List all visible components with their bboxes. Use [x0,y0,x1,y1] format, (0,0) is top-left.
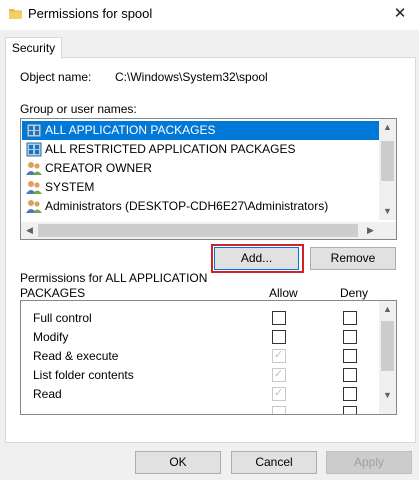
permission-row-modify: Modify [21,327,379,346]
list-item-label: ALL APPLICATION PACKAGES [45,123,216,137]
remove-button-label: Remove [330,251,376,265]
permission-row-partial [21,403,379,414]
list-item-administrators[interactable]: Administrators (DESKTOP-CDH6E27\Administ… [22,197,380,216]
deny-checkbox[interactable] [343,330,357,344]
permissions-list[interactable]: Full control Modify Read & execute ✓ Lis… [20,300,397,415]
cancel-button-label: Cancel [255,455,293,469]
permission-label: Modify [33,330,69,344]
apply-button[interactable]: Apply [326,451,412,474]
permissions-label-line1: Permissions for ALL APPLICATION [20,271,208,285]
permission-row-list-folder-contents: List folder contents ✓ [21,365,379,384]
deny-checkbox[interactable] [343,311,357,325]
folder-icon [9,9,22,19]
add-button[interactable]: Add... [214,247,299,270]
permission-label: Read & execute [33,349,119,363]
window-title: Permissions for spool [28,6,153,21]
permissions-label-line2: PACKAGES [20,286,86,300]
add-button-label: Add... [240,251,273,265]
scroll-down-icon[interactable]: ▼ [379,387,396,404]
scroll-right-icon[interactable]: ▶ [362,222,379,239]
users-icon [26,200,42,213]
object-name-label: Object name: [20,70,92,84]
cancel-button[interactable]: Cancel [231,451,317,474]
deny-checkbox[interactable] [343,387,357,401]
object-name-value: C:\Windows\System32\spool [115,70,268,84]
package-icon [26,123,42,138]
list-item-all-restricted-application-packages[interactable]: ALL RESTRICTED APPLICATION PACKAGES [22,140,380,159]
list-item-label: SYSTEM [45,180,95,194]
remove-button[interactable]: Remove [310,247,396,270]
permissions-scrollbar[interactable]: ▲ ▼ [379,301,396,414]
package-icon [26,142,42,157]
allow-column-header: Allow [269,286,298,300]
permission-label: List folder contents [33,368,134,382]
list-item-all-application-packages[interactable]: ALL APPLICATION PACKAGES [22,121,380,140]
check-icon: ✓ [274,368,284,380]
scroll-up-icon[interactable]: ▲ [379,301,396,318]
deny-checkbox[interactable] [343,368,357,382]
scroll-thumb[interactable] [38,224,358,237]
ok-button[interactable]: OK [135,451,221,474]
list-item-label: Administrators (DESKTOP-CDH6E27\Administ… [45,199,329,213]
deny-column-header: Deny [340,286,369,300]
scroll-up-icon[interactable]: ▲ [379,119,396,136]
group-names-label: Group or user names: [20,102,137,116]
permission-row-full-control: Full control [21,308,379,327]
users-icon [26,162,42,175]
close-icon[interactable]: ✕ [389,3,411,25]
allow-checkbox[interactable]: ✓ [272,368,286,382]
scroll-thumb[interactable] [381,141,394,181]
allow-checkbox[interactable]: ✓ [272,349,286,363]
scroll-down-icon[interactable]: ▼ [379,203,396,220]
scroll-thumb[interactable] [381,321,394,371]
allow-checkbox[interactable] [272,330,286,344]
list-item-system[interactable]: SYSTEM [22,178,380,197]
permission-label: Read [33,387,62,401]
permission-row-read: Read ✓ [21,384,379,403]
group-list[interactable]: ALL APPLICATION PACKAGES ALL RESTRICTED … [20,118,397,240]
apply-button-label: Apply [353,455,385,469]
tab-security[interactable]: Security [5,37,62,59]
check-icon: ✓ [274,387,284,399]
permission-row-read-execute: Read & execute ✓ [21,346,379,365]
allow-checkbox[interactable] [272,311,286,325]
group-list-horizontal-scrollbar[interactable]: ◀ ▶ [21,222,396,239]
group-list-vertical-scrollbar[interactable]: ▲ ▼ [379,119,396,220]
list-item-label: ALL RESTRICTED APPLICATION PACKAGES [45,142,296,156]
list-item-label: CREATOR OWNER [45,161,152,175]
scroll-left-icon[interactable]: ◀ [21,222,38,239]
allow-checkbox[interactable]: ✓ [272,387,286,401]
list-item-creator-owner[interactable]: CREATOR OWNER [22,159,380,178]
tab-security-label: Security [11,41,56,55]
allow-checkbox[interactable] [272,406,286,414]
check-icon: ✓ [274,349,284,361]
permission-label: Full control [33,311,92,325]
deny-checkbox[interactable] [343,406,357,414]
ok-button-label: OK [169,455,187,469]
deny-checkbox[interactable] [343,349,357,363]
users-icon [26,181,42,194]
